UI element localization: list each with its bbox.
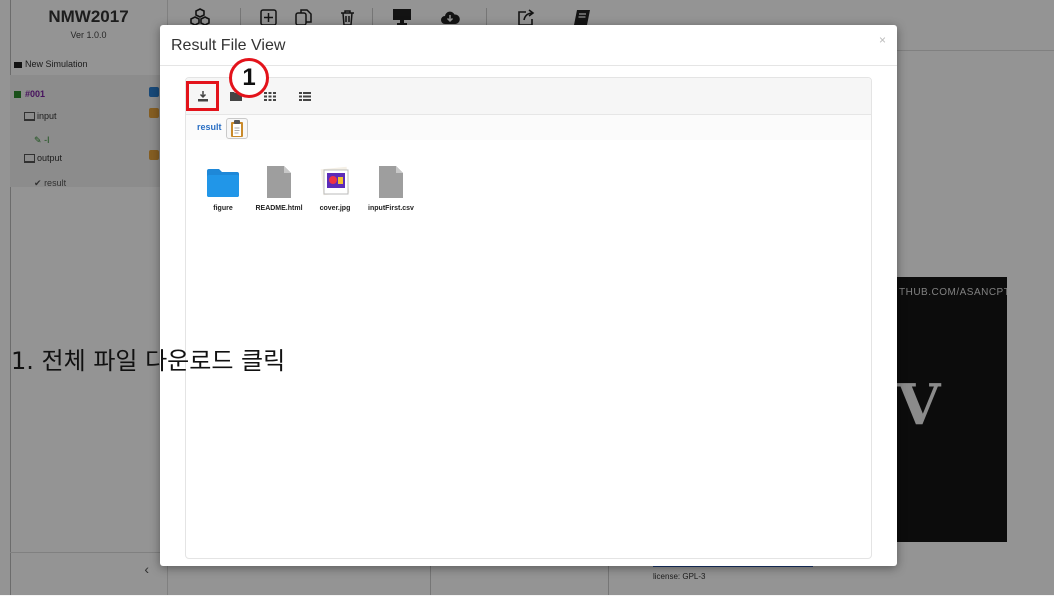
file-name: inputFirst.csv	[368, 205, 414, 212]
file-item-figure[interactable]: figure	[198, 166, 248, 214]
image-file-icon	[320, 166, 350, 196]
clipboard-button[interactable]	[226, 118, 248, 139]
instruction-text: 1. 전체 파일 다운로드 클릭	[11, 347, 286, 375]
file-item-inputfirst[interactable]: inputFirst.csv	[366, 166, 416, 214]
breadcrumb: result	[186, 115, 871, 140]
file-name: README.html	[255, 205, 303, 212]
folder-icon	[207, 169, 239, 197]
list-icon	[299, 91, 311, 101]
file-item-cover[interactable]: cover.jpg	[310, 166, 360, 214]
modal-title: Result File View	[171, 37, 286, 54]
modal-header: Result File View ×	[160, 25, 897, 66]
breadcrumb-result[interactable]: result	[197, 122, 222, 132]
close-icon[interactable]: ×	[879, 33, 886, 47]
file-name: cover.jpg	[319, 205, 351, 212]
file-browser-toolbar	[186, 78, 871, 115]
file-icon	[267, 166, 291, 198]
download-highlight-box	[186, 81, 219, 111]
result-file-modal: Result File View × result figure README.…	[160, 25, 897, 566]
file-item-readme[interactable]: README.html	[254, 166, 304, 214]
list-view-button[interactable]	[297, 88, 313, 104]
file-icon	[379, 166, 403, 198]
step-number-badge: 1	[229, 58, 269, 98]
file-name: figure	[213, 205, 233, 212]
file-browser: result figure README.html cover.jpg inpu…	[185, 77, 872, 559]
clipboard-icon	[231, 120, 243, 137]
grid-icon	[264, 91, 276, 101]
